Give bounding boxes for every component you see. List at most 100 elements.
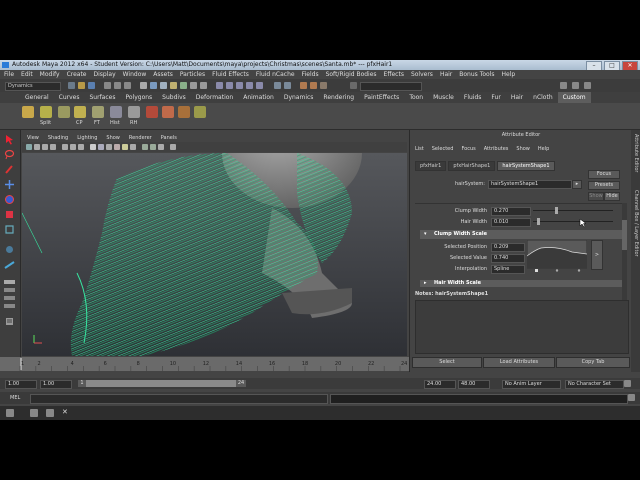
shelf-tab-custom[interactable]: Custom (557, 92, 591, 103)
menu-fields[interactable]: Fields (302, 70, 319, 79)
copy-tab-button[interactable]: Copy Tab (556, 357, 630, 368)
snap-to-curve-icon[interactable] (226, 82, 233, 89)
vp-menu-view[interactable]: View (27, 134, 39, 142)
minimized-window-icon[interactable] (6, 409, 14, 417)
ramp-key-handle[interactable] (535, 269, 538, 272)
side-tab-attribute-editor[interactable]: Attribute Editor (632, 134, 639, 172)
ae-menu-focus[interactable]: Focus (461, 146, 475, 152)
load-attributes-button[interactable]: Load Attributes (483, 357, 555, 368)
select-by-curve-icon[interactable] (160, 82, 167, 89)
hide-button[interactable]: Hide (604, 192, 620, 201)
shelf-tab-ncloth[interactable]: nCloth (528, 92, 558, 103)
shelf-tab-painteffects[interactable]: PaintEffects (359, 92, 404, 103)
menu-effects[interactable]: Effects (384, 70, 404, 79)
shelf-tab-curves[interactable]: Curves (54, 92, 85, 103)
shadows-icon[interactable] (130, 144, 136, 150)
input-output-icon[interactable] (274, 82, 281, 89)
shelf-tool-icon[interactable] (58, 106, 70, 118)
xray-icon[interactable] (142, 144, 148, 150)
render-settings-icon[interactable] (320, 82, 327, 89)
restore-window-icon[interactable] (30, 409, 38, 417)
shelf-tab-subdivs[interactable]: Subdivs (157, 92, 191, 103)
last-tool-icon[interactable] (4, 259, 15, 270)
grid-icon[interactable] (62, 144, 68, 150)
film-gate-icon[interactable] (70, 144, 76, 150)
manipulator-tool-icon[interactable] (4, 224, 15, 235)
snap-to-grid-icon[interactable] (216, 82, 223, 89)
use-all-lights-icon[interactable] (122, 144, 128, 150)
show-button[interactable]: Show (588, 192, 604, 201)
clump-width-scale-section[interactable]: ▾ Clump Width Scale (420, 230, 625, 239)
perspective-viewport[interactable] (22, 153, 407, 356)
menu-window[interactable]: Window (123, 70, 147, 79)
range-slider-bar[interactable] (86, 380, 246, 387)
shelf-tab-polygons[interactable]: Polygons (120, 92, 157, 103)
presets-button[interactable]: Presets (588, 181, 620, 190)
four-pane-layout-icon[interactable] (4, 288, 15, 292)
lasso-tool-icon[interactable] (4, 149, 15, 160)
vp-menu-shading[interactable]: Shading (48, 134, 68, 142)
persp-graph-layout-icon[interactable] (4, 304, 15, 308)
command-input[interactable] (30, 394, 328, 404)
expand-ramp-button[interactable]: > (591, 240, 603, 270)
menu-solvers[interactable]: Solvers (411, 70, 433, 79)
shelf-tool-icon[interactable] (146, 106, 158, 118)
menu-assets[interactable]: Assets (153, 70, 173, 79)
select-tool-icon[interactable] (4, 134, 15, 145)
paint-tool-icon[interactable] (162, 106, 174, 118)
vp-menu-lighting[interactable]: Lighting (77, 134, 97, 142)
xray-joints-icon[interactable] (150, 144, 156, 150)
anim-layer-dropdown[interactable]: No Anim Layer (502, 380, 561, 389)
resolution-gate-icon[interactable] (78, 144, 84, 150)
make-live-icon[interactable] (256, 82, 263, 89)
delete-history-icon[interactable] (110, 106, 122, 118)
mel-label[interactable]: MEL (10, 395, 20, 401)
smooth-shade-icon[interactable] (98, 144, 104, 150)
ae-menu-attributes[interactable]: Attributes (484, 146, 509, 152)
shelf-tab-fluids[interactable]: Fluids (459, 92, 487, 103)
select-by-rendering-icon[interactable] (200, 82, 207, 89)
select-button[interactable]: Select (412, 357, 482, 368)
isolate-select-icon[interactable] (158, 144, 164, 150)
wireframe-icon[interactable] (90, 144, 96, 150)
node-name-field[interactable]: hairSystemShape1 (488, 180, 572, 189)
soft-mod-tool-icon[interactable] (4, 244, 15, 255)
move-tool-icon[interactable] (4, 179, 15, 190)
paint-select-tool-icon[interactable] (4, 164, 15, 175)
hair-width-slider[interactable] (533, 221, 613, 222)
snap-to-point-icon[interactable] (236, 82, 243, 89)
attribute-scrollbar-thumb[interactable] (622, 220, 627, 250)
menu-fluid-effects[interactable]: Fluid Effects (212, 70, 249, 79)
outliner-icon[interactable] (4, 316, 15, 327)
tab-hairsystemshape1[interactable]: hairSystemShape1 (497, 161, 555, 171)
hair-width-slider-handle[interactable] (537, 218, 540, 225)
time-slider[interactable]: 1 2 4 6 8 10 12 14 16 18 20 22 24 (0, 357, 410, 371)
start-time-field[interactable]: 1.00 (5, 380, 37, 389)
menu-soft-rigid-bodies[interactable]: Soft/Rigid Bodies (326, 70, 377, 79)
menu-help[interactable]: Help (501, 70, 515, 79)
split-tool-icon[interactable] (40, 106, 52, 118)
input-field-icon[interactable] (350, 82, 357, 89)
range-start-handle[interactable]: 1 (78, 380, 86, 387)
character-set-dropdown[interactable]: No Character Set (565, 380, 624, 389)
reset-hair-icon[interactable] (128, 106, 140, 118)
ae-menu-show[interactable]: Show (516, 146, 530, 152)
hair-width-field[interactable]: 0.010 (491, 218, 531, 227)
shelf-tab-rendering[interactable]: Rendering (318, 92, 359, 103)
menu-hair[interactable]: Hair (440, 70, 452, 79)
tab-pfxhairshape1[interactable]: pfxHairShape1 (448, 161, 496, 171)
vp-menu-panels[interactable]: Panels (161, 134, 177, 142)
clump-width-scale-ramp[interactable] (527, 240, 587, 276)
ipr-render-icon[interactable] (310, 82, 317, 89)
camera-attributes-icon[interactable] (34, 144, 40, 150)
clump-width-slider[interactable] (533, 210, 613, 211)
shelf-tool-icon[interactable] (194, 106, 206, 118)
shelf-tab-muscle[interactable]: Muscle (428, 92, 459, 103)
tab-pfxhair1[interactable]: pfxHair1 (415, 161, 447, 171)
menu-display[interactable]: Display (94, 70, 116, 79)
textured-icon[interactable] (114, 144, 120, 150)
menu-edit[interactable]: Edit (21, 70, 33, 79)
snap-to-view-plane-icon[interactable] (246, 82, 253, 89)
shelf-tool-icon[interactable] (178, 106, 190, 118)
menu-file[interactable]: File (4, 70, 14, 79)
